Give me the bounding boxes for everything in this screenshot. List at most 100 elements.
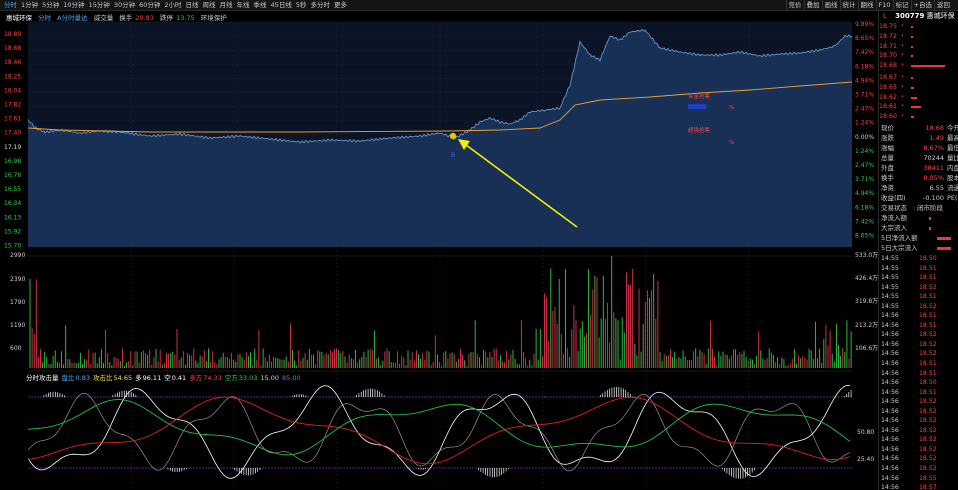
trade-ticks: 14:55 18.50 14:55 18.51 14:55 18.51 14:55 18.52… — [879, 254, 958, 490]
add-watchlist-button[interactable]: +自选 — [910, 0, 934, 11]
trade-row: 14:55 18.51 — [881, 274, 937, 282]
quote-row: 换手8.05%股本 — [881, 173, 958, 182]
volume-axis-label: 1790 — [10, 299, 25, 306]
order-price: 18.61 — [879, 103, 898, 111]
quote-row: 收益(四)-0.100PE(动) — [881, 193, 958, 202]
price-axis-label: 16.34 — [4, 200, 21, 207]
indicator-value: 96.11 — [142, 374, 162, 382]
indicator-value: 0.83 — [75, 374, 90, 382]
indicator-key: 多 — [135, 374, 142, 382]
indicator-name[interactable]: 分时攻击量 — [26, 374, 59, 382]
volume-axis-label-right: 426.4万 — [855, 275, 878, 282]
price-axis-label: 17.61 — [4, 116, 21, 123]
fund-flows: 净流入额 大宗流入 5日净流入额 5日大宗流入 — [879, 213, 958, 253]
annotation-text: 资金抢筹 — [688, 92, 711, 100]
indicator-key: 空 — [164, 374, 171, 382]
volume-axis-label: 2390 — [10, 276, 25, 283]
trade-row: 14:56 18.52 — [881, 340, 937, 348]
right-quote-panel: L 300779 惠城环保 18.75 • 18.72 • 18.71 • 18.70 • 18… — [878, 11, 958, 490]
pct-axis-label: 1.24% — [855, 120, 874, 127]
trade-row: 14:56 18.52 — [881, 436, 937, 444]
b-marker: B — [451, 152, 455, 159]
trade-row: 14:55 18.52 — [881, 283, 937, 291]
trade-row: 14:56 18.51 — [881, 359, 937, 367]
trade-row: 14:55 18.51 — [881, 264, 937, 272]
pct-axis-label: 4.94% — [855, 190, 874, 197]
pct-axis-label: 7.42% — [855, 49, 874, 56]
buy-orders: 18.67 • 18.65 • 18.62 • 18.61 • 18.60 • — [879, 73, 958, 122]
price-axis-label: 18.04 — [4, 87, 21, 94]
price-axis-label: 16.76 — [4, 172, 21, 179]
toolbar-button[interactable]: 标记 — [892, 0, 911, 11]
indicator-value: 0.41 — [171, 374, 187, 382]
trade-row: 14:56 18.51 — [881, 388, 937, 396]
l2-badge: L — [883, 12, 887, 20]
trade-row: 14:56 18.50 — [881, 379, 937, 387]
pct-axis-label: 6.18% — [855, 204, 874, 211]
indicator-gray-line — [27, 392, 851, 472]
trade-row: 14:56 18.57 — [881, 484, 937, 490]
smiley-icon — [449, 132, 457, 140]
indicator-key: 多方 — [189, 374, 203, 382]
toolbar-button[interactable]: 返回 — [934, 0, 952, 11]
flow-row: 净流入额 — [879, 213, 958, 223]
trade-row: 14:56 18.51 — [881, 369, 937, 377]
pct-axis-label: 6.18% — [855, 63, 874, 70]
price-axis-label: 15.70 — [4, 243, 21, 250]
sell-order-row: 18.70 • — [879, 51, 958, 61]
quote-row: 涨幅8.67%最低 — [881, 143, 958, 152]
trade-row: 14:56 18.52 — [881, 426, 937, 434]
trade-row: 14:55 18.50 — [881, 254, 937, 262]
quote-row: 净资6.55流通 — [881, 183, 958, 192]
order-dot: • — [901, 32, 904, 39]
order-dot: • — [901, 93, 904, 100]
price-axis-label: 16.98 — [4, 158, 21, 165]
volume-axis-label: 1190 — [10, 322, 25, 329]
price-axis-label: 15.92 — [4, 228, 21, 235]
volume-axis-label-right: 319.8万 — [855, 298, 878, 305]
pct-axis-label: 2.47% — [855, 106, 874, 113]
intraday-chart[interactable]: 18.89 18.68 18.46 18.25 18.04 17.82 17.61 17.40… — [0, 0, 878, 490]
indicator-value: 74.33 — [203, 374, 222, 382]
volume-axis-label-right: 213.2万 — [855, 322, 878, 329]
sell-order-row: 18.68 • — [879, 61, 958, 71]
trade-row: 14:56 18.52 — [881, 398, 937, 406]
flow-bar — [929, 216, 931, 220]
trade-row: 14:56 18.55 — [881, 474, 937, 482]
order-dot: • — [901, 42, 904, 49]
sell-orders: 18.75 • 18.72 • 18.71 • 18.70 • 18.68 • — [879, 22, 958, 71]
indicator-key: 攻击比 — [92, 374, 113, 382]
order-price: 18.67 — [879, 73, 898, 81]
indicator-key: 空方 — [224, 374, 238, 382]
order-price: 18.71 — [879, 42, 898, 50]
price-axis-label: 18.89 — [4, 31, 21, 38]
flow-row: 5日净流入额 — [879, 233, 958, 243]
stock-header: L 300779 惠城环保 — [879, 11, 958, 21]
trade-row: 14:56 18.52 — [881, 455, 937, 463]
order-volume-bar — [911, 106, 921, 109]
order-dot: • — [901, 62, 904, 69]
order-dot: • — [901, 23, 904, 29]
indicator-key: 盘比 — [61, 374, 75, 382]
price-axis-label: 17.19 — [4, 144, 21, 151]
price-axis-label: 17.82 — [4, 102, 21, 109]
flow-bar — [929, 226, 931, 230]
trade-row: 14:55 18.51 — [881, 293, 937, 301]
price-axis-label: 16.55 — [4, 186, 21, 193]
trade-row: 14:56 18.52 — [881, 445, 937, 453]
trade-row: 14:56 18.52 — [881, 417, 937, 425]
indicator-green-line — [27, 399, 851, 456]
indicator-axis-label: 25.40 — [857, 456, 874, 463]
stock-code: 300779 — [895, 12, 925, 20]
order-price: 18.75 — [879, 23, 898, 30]
trade-row: 14:56 18.52 — [881, 350, 937, 358]
pct-axis-label: 8.65% — [855, 233, 874, 240]
price-axis-label: 18.25 — [4, 73, 21, 80]
toolbar-button[interactable]: F10 — [875, 0, 893, 11]
annotation-pct: % — [729, 105, 734, 111]
trade-status: 交易状态 : 闭市阶段 — [881, 203, 943, 212]
sell-order-row: 18.71 • — [879, 42, 958, 52]
order-price: 18.62 — [879, 93, 898, 101]
order-volume-bar — [911, 26, 913, 28]
price-axis-label: 17.40 — [4, 130, 21, 137]
